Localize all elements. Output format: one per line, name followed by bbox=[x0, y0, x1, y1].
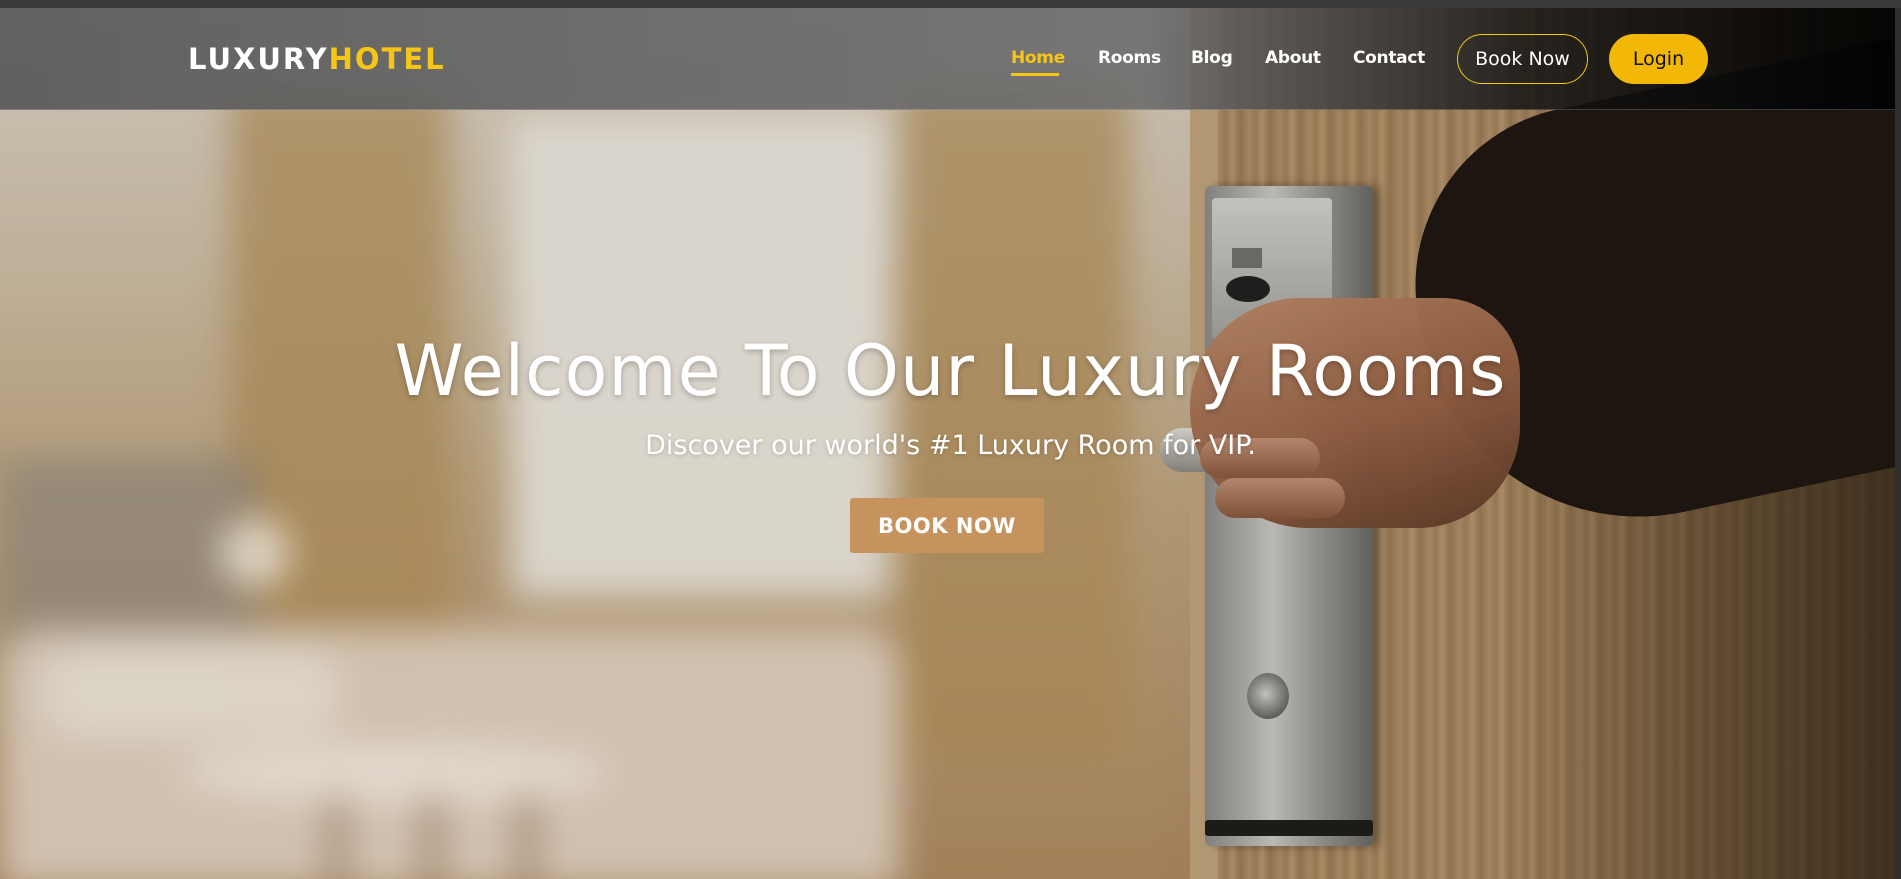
book-now-nav-button[interactable]: Book Now bbox=[1457, 34, 1588, 84]
logo-primary: LUXURY bbox=[188, 42, 329, 76]
hero-subtitle: Discover our world's #1 Luxury Room for … bbox=[645, 430, 1256, 461]
nav-about[interactable]: About bbox=[1265, 48, 1321, 68]
top-navbar: LUXURYHOTEL Home Rooms Blog About Contac… bbox=[0, 8, 1901, 110]
nav-contact[interactable]: Contact bbox=[1353, 48, 1425, 68]
login-button[interactable]: Login bbox=[1609, 34, 1708, 84]
nav-active-underline bbox=[1011, 73, 1059, 76]
nav-blog[interactable]: Blog bbox=[1191, 48, 1233, 68]
logo-accent: HOTEL bbox=[328, 42, 446, 76]
hero-book-now-button[interactable]: BOOK NOW bbox=[850, 498, 1044, 553]
window-frame-edge bbox=[1895, 8, 1901, 879]
nav-home[interactable]: Home bbox=[1011, 48, 1065, 68]
nav-rooms[interactable]: Rooms bbox=[1098, 48, 1161, 68]
browser-top-strip bbox=[0, 0, 1901, 8]
hero-title: Welcome To Our Luxury Rooms bbox=[394, 330, 1507, 412]
site-logo[interactable]: LUXURYHOTEL bbox=[188, 42, 446, 76]
